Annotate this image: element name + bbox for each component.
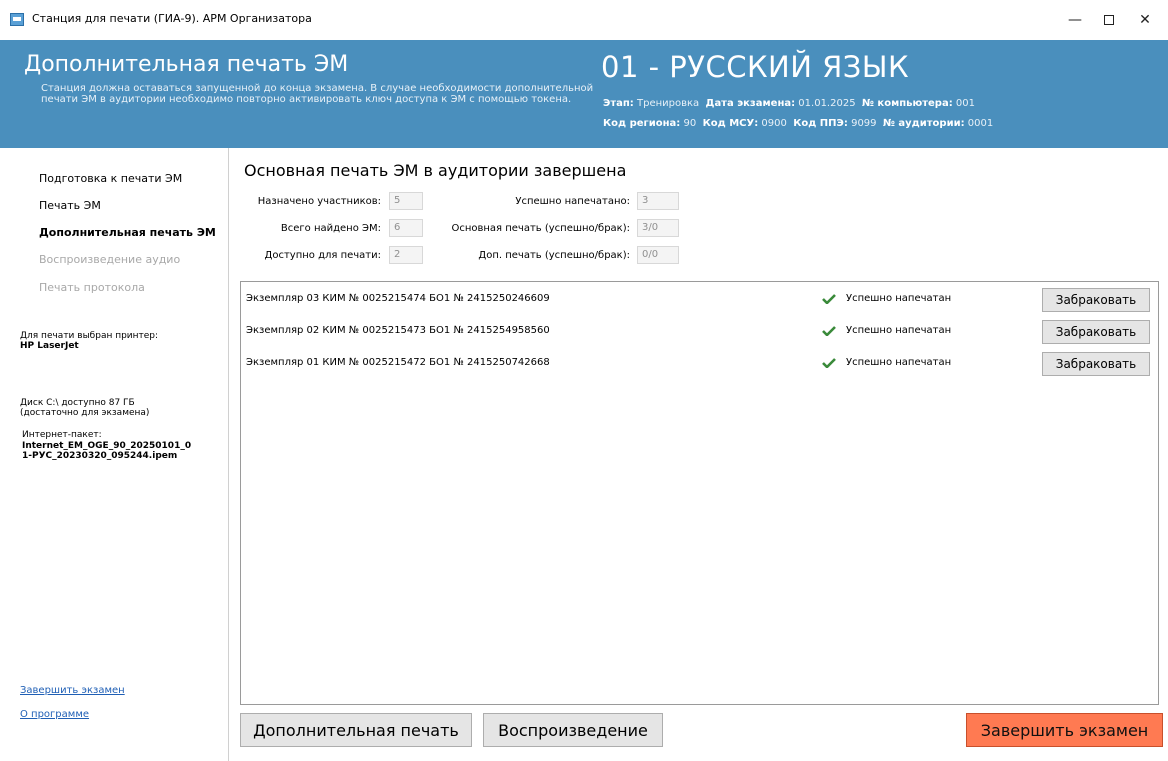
sidebar: Подготовка к печати ЭМ Печать ЭМ Дополни…: [0, 148, 229, 761]
available-label: Доступно для печати:: [264, 250, 381, 261]
list-item: Экземпляр 03 КИМ № 0025215474 БО1 № 2415…: [241, 284, 1158, 314]
region-value: 90: [683, 118, 697, 129]
reject-button[interactable]: Забраковать: [1042, 320, 1150, 344]
check-icon: [822, 358, 836, 368]
package-name-line-2-row: 1-РУС_20230320_095244.ipem: [22, 451, 177, 461]
sidebar-item-audio: Воспроизведение аудио: [39, 253, 181, 266]
app-icon: [10, 13, 24, 26]
sidebar-item-prepare[interactable]: Подготовка к печати ЭМ: [39, 172, 182, 185]
msu-value: 0900: [761, 118, 787, 129]
main-print-label: Основная печать (успешно/брак):: [451, 223, 630, 234]
section-title: Основная печать ЭМ в аудитории завершена: [244, 161, 627, 180]
printer-name: HP LaserJet: [20, 341, 79, 351]
assigned-label: Назначено участников:: [257, 196, 381, 207]
date-value: 01.01.2025: [798, 98, 856, 109]
ppe-value: 9099: [851, 118, 877, 129]
stage-label: Этап:: [603, 98, 634, 109]
check-icon: [822, 294, 836, 304]
msu-label: Код МСУ:: [702, 118, 759, 129]
found-label: Всего найдено ЭМ:: [280, 223, 381, 234]
reject-button[interactable]: Забраковать: [1042, 352, 1150, 376]
header-banner: Дополнительная печать ЭМ Станция должна …: [0, 40, 1168, 148]
sidebar-item-print[interactable]: Печать ЭМ: [39, 199, 101, 212]
copy-status: Успешно напечатан: [846, 325, 952, 336]
stage-value: Тренировка: [636, 98, 700, 109]
extra-print-value: 0/0: [637, 246, 679, 264]
exam-meta-line-1: Этап: Тренировка Дата экзамена: 01.01.20…: [603, 98, 975, 109]
list-item: Экземпляр 01 КИМ № 0025215472 БО1 № 2415…: [241, 348, 1158, 378]
close-button[interactable]: ✕: [1130, 8, 1160, 32]
about-link[interactable]: О программе: [20, 709, 89, 720]
finish-exam-button[interactable]: Завершить экзамен: [966, 713, 1163, 747]
printed-value: 3: [637, 192, 679, 210]
extra-print-label: Доп. печать (успешно/брак):: [478, 250, 630, 261]
copy-info: Экземпляр 01 КИМ № 0025215472 БО1 № 2415…: [246, 357, 550, 368]
ppe-label: Код ППЭ:: [793, 118, 848, 129]
assigned-value: 5: [389, 192, 423, 210]
list-item: Экземпляр 02 КИМ № 0025215473 БО1 № 2415…: [241, 316, 1158, 346]
extra-print-button[interactable]: Дополнительная печать: [240, 713, 472, 747]
printer-name-row: HP LaserJet: [20, 341, 79, 351]
disk-status-note: (достаточно для экзамена): [20, 408, 150, 418]
copy-info: Экземпляр 03 КИМ № 0025215474 БО1 № 2415…: [246, 293, 550, 304]
maximize-icon: [1104, 15, 1114, 25]
window-title: Станция для печати (ГИА-9). АРМ Организа…: [32, 12, 312, 25]
check-icon: [822, 326, 836, 336]
disk-status: Диск C:\ доступно 87 ГБ: [20, 398, 135, 408]
printed-label: Успешно напечатано:: [515, 196, 630, 207]
maximize-button[interactable]: [1094, 8, 1124, 32]
copy-info: Экземпляр 02 КИМ № 0025215473 БО1 № 2415…: [246, 325, 550, 336]
main-print-value: 3/0: [637, 219, 679, 237]
region-label: Код региона:: [603, 118, 681, 129]
exam-meta-line-2: Код региона: 90 Код МСУ: 0900 Код ППЭ: 9…: [603, 118, 993, 129]
auditorium-label: № аудитории:: [882, 118, 965, 129]
package-name-line-1-row: Internet_EM_OGE_90_20250101_0: [22, 441, 191, 451]
auditorium-value: 0001: [967, 118, 994, 129]
exam-subject: 01 - РУССКИЙ ЯЗЫК: [601, 50, 910, 84]
minimize-button[interactable]: —: [1060, 8, 1090, 32]
copy-status: Успешно напечатан: [846, 357, 952, 368]
available-value: 2: [389, 246, 423, 264]
playback-button[interactable]: Воспроизведение: [483, 713, 663, 747]
sidebar-item-extra-print[interactable]: Дополнительная печать ЭМ: [39, 226, 216, 239]
sidebar-item-protocol: Печать протокола: [39, 281, 145, 294]
title-bar: Станция для печати (ГИА-9). АРМ Организа…: [0, 0, 1168, 40]
printer-label: Для печати выбран принтер:: [20, 331, 159, 341]
page-title: Дополнительная печать ЭМ: [24, 52, 349, 77]
package-label: Интернет-пакет:: [22, 430, 102, 440]
date-label: Дата экзамена:: [705, 98, 796, 109]
package-name-line-2: 1-РУС_20230320_095244.ipem: [22, 451, 178, 461]
computer-label: № компьютера:: [861, 98, 953, 109]
finish-exam-link[interactable]: Завершить экзамен: [20, 685, 125, 696]
package-name-line-1: Internet_EM_OGE_90_20250101_0: [22, 441, 192, 451]
printed-copies-list: Экземпляр 03 КИМ № 0025215474 БО1 № 2415…: [240, 281, 1159, 705]
page-description: Станция должна оставаться запущенной до …: [41, 83, 594, 105]
computer-value: 001: [955, 98, 975, 109]
reject-button[interactable]: Забраковать: [1042, 288, 1150, 312]
found-value: 6: [389, 219, 423, 237]
copy-status: Успешно напечатан: [846, 293, 952, 304]
